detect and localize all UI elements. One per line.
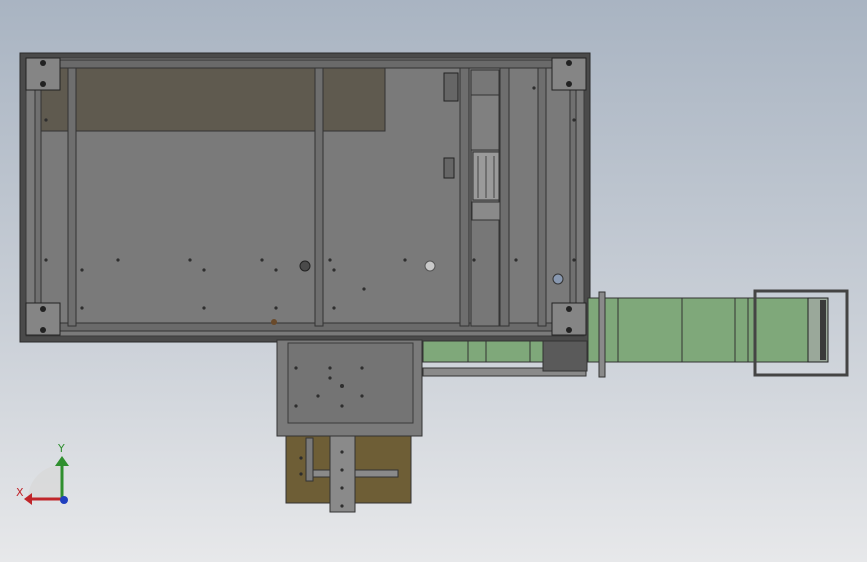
lower-box-assembly[interactable] <box>276 339 423 437</box>
port-hole-4 <box>271 319 277 325</box>
rail-4 <box>499 67 510 327</box>
rail-2 <box>314 67 324 327</box>
corner-bracket-tl <box>25 57 61 91</box>
corner-bracket-tr <box>551 57 587 91</box>
top-rail <box>25 59 585 69</box>
vertical-bar <box>329 435 356 513</box>
sensor-block <box>443 157 455 179</box>
x-axis-label: X <box>16 486 24 499</box>
x-axis-arrow <box>24 493 32 505</box>
base-plate-assembly[interactable] <box>285 435 412 513</box>
rail-1 <box>67 67 77 327</box>
corner-bracket-br <box>551 302 587 336</box>
conveyor-belt-main <box>587 297 809 363</box>
port-hole-1 <box>299 260 311 272</box>
z-axis-dot <box>60 496 68 504</box>
rail-3 <box>459 67 470 327</box>
coordinate-triad <box>24 456 69 505</box>
top-left-plate <box>39 67 386 132</box>
corner-bracket-bl <box>25 302 61 336</box>
conveyor-belt-left <box>422 340 544 363</box>
y-axis-arrow <box>55 456 69 466</box>
cylinder-end <box>471 201 501 221</box>
post <box>305 437 314 482</box>
rail-5 <box>537 67 547 327</box>
conveyor-dark-block <box>542 340 588 372</box>
lower-box-inner <box>287 342 414 424</box>
port-hole-3 <box>552 273 564 285</box>
sensor-bracket <box>443 72 459 102</box>
y-axis-label: Y <box>58 442 65 455</box>
main-frame-assembly[interactable] <box>19 52 591 343</box>
cad-viewport[interactable] <box>0 0 867 562</box>
port-hole-2 <box>424 260 436 272</box>
conveyor-post <box>598 291 606 378</box>
guide-block <box>470 94 500 151</box>
rail-right <box>569 65 577 329</box>
rail-left <box>34 65 42 329</box>
